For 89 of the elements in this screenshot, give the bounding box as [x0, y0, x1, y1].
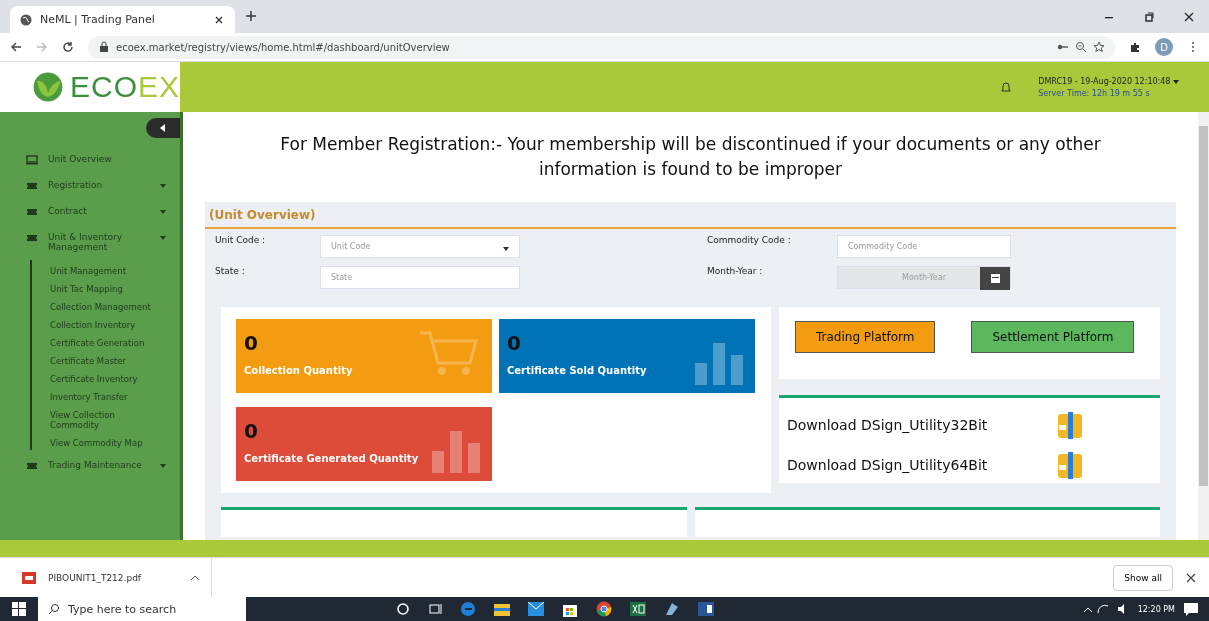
- field-label: State :: [215, 266, 246, 276]
- taskbar-search-field[interactable]: Type here to search: [38, 597, 246, 621]
- collapse-icon: [159, 124, 167, 132]
- caret-icon: [160, 464, 166, 468]
- platform-button[interactable]: Settlement Platform: [971, 321, 1135, 353]
- mail-icon[interactable]: [528, 602, 544, 616]
- profile-avatar[interactable]: D: [1155, 38, 1173, 56]
- document-icon[interactable]: [698, 602, 714, 616]
- sidebar-toggle[interactable]: [146, 118, 180, 138]
- clock-time: 12:20 PM: [1136, 604, 1176, 614]
- ticket-icon: [26, 232, 38, 244]
- input-field[interactable]: State: [320, 266, 520, 289]
- chevron-up-icon: [191, 575, 199, 580]
- caret-icon: [160, 210, 166, 214]
- close-icon[interactable]: [1185, 571, 1197, 584]
- plus-icon[interactable]: [245, 10, 257, 22]
- sidebar-item[interactable]: Unit & Inventory Management: [0, 232, 180, 252]
- pdf-file-icon: [22, 571, 36, 584]
- field-label: Commodity Code :: [707, 235, 792, 245]
- caret-icon: [160, 236, 166, 240]
- puzzle-icon[interactable]: [1129, 41, 1141, 53]
- chrome-icon[interactable]: [596, 601, 612, 617]
- submenu-item[interactable]: Unit Tac Mapping: [50, 284, 162, 294]
- submenu-item[interactable]: Certificate Master: [50, 356, 162, 366]
- month-year-field[interactable]: Month-Year: [837, 266, 1011, 289]
- sidebar-item[interactable]: Contract: [0, 206, 180, 218]
- url-text: ecoex.market/registry/views/home.html#/dashboard/unitOverview: [116, 41, 450, 53]
- submenu-item[interactable]: View Collection Commodity: [50, 410, 162, 430]
- submenu-item[interactable]: Collection Management: [50, 302, 162, 312]
- field-label: Unit Code :: [215, 235, 267, 245]
- notice-text: For Member Registration:- Your membership will be discontinued if your documents or any other information is found to be improper: [279, 133, 1102, 181]
- caret-icon: [503, 246, 509, 251]
- search-icon: [48, 603, 60, 615]
- restore-icon[interactable]: [1143, 10, 1155, 23]
- caret-icon: [160, 184, 166, 188]
- stat-value: 0: [507, 331, 522, 355]
- scrollbar[interactable]: [1198, 112, 1209, 540]
- browser-tab[interactable]: NeML | Trading Panel: [10, 6, 235, 33]
- submenu-item[interactable]: Certificate Inventory: [50, 374, 162, 384]
- task-view-icon[interactable]: [428, 602, 442, 616]
- star-icon[interactable]: [1093, 41, 1105, 53]
- sidebar-item[interactable]: Unit Overview: [0, 154, 180, 166]
- submenu-item[interactable]: Certificate Generation: [50, 338, 162, 348]
- input-field[interactable]: Commodity Code: [837, 235, 1011, 258]
- user-menu[interactable]: DMRC19 - 19-Aug-2020 12:10:48: [1038, 76, 1179, 86]
- sidebar-item[interactable]: Registration: [0, 180, 180, 192]
- windows-start-icon[interactable]: [12, 602, 26, 616]
- caret-icon: [1173, 79, 1179, 84]
- globe-icon: [20, 13, 32, 26]
- unit-code-select[interactable]: Unit Code: [320, 235, 520, 258]
- back-icon[interactable]: [10, 41, 22, 53]
- notification-icon[interactable]: [1183, 602, 1199, 616]
- app-icon[interactable]: [664, 601, 680, 617]
- ticket-icon: [26, 206, 38, 218]
- stat-value: 0: [244, 331, 259, 355]
- server-time: Server Time: 12h 19 m 55 s: [1038, 88, 1151, 98]
- submenu-item[interactable]: Collection Inventory: [50, 320, 162, 330]
- calendar-button[interactable]: [980, 267, 1010, 290]
- download-link[interactable]: Download DSign_Utility64Bit: [787, 457, 1027, 473]
- lock-icon: [98, 41, 110, 53]
- field-label: Month-Year :: [707, 266, 764, 276]
- download-link[interactable]: Download DSign_Utility32Bit: [787, 417, 1027, 433]
- submenu-item[interactable]: View Commodity Map: [50, 438, 162, 448]
- calendar-icon: [989, 273, 1001, 284]
- submenu-item[interactable]: Unit Management: [50, 266, 162, 276]
- zip-archive-icon[interactable]: [1055, 450, 1085, 480]
- bell-icon[interactable]: [1000, 80, 1013, 93]
- ticket-icon: [26, 460, 38, 472]
- spreadsheet-icon[interactable]: [630, 602, 646, 616]
- monitor-icon: [26, 154, 38, 166]
- address-bar[interactable]: ecoex.market/registry/views/home.html#/dashboard/unitOverview: [88, 35, 1115, 59]
- cortana-icon[interactable]: [396, 602, 410, 616]
- close-icon[interactable]: [1183, 10, 1195, 23]
- zip-archive-icon[interactable]: [1055, 410, 1085, 440]
- ecoex-logo: ECOEX: [69, 70, 180, 104]
- stat-label: Collection Quantity: [244, 365, 354, 376]
- zoom-out-icon[interactable]: [1075, 41, 1087, 53]
- show-all-button[interactable]: Show all: [1113, 564, 1173, 591]
- submenu-item[interactable]: Inventory Transfer: [50, 392, 162, 402]
- reload-icon[interactable]: [62, 41, 74, 53]
- stat-label: Certificate Generated Quantity: [244, 453, 420, 464]
- ticket-icon: [26, 180, 38, 192]
- stat-label: Certificate Sold Quantity: [507, 365, 648, 376]
- panel-title: (Unit Overview): [205, 208, 1176, 229]
- tab-title: NeML | Trading Panel: [40, 13, 155, 26]
- stat-value: 0: [244, 419, 259, 443]
- platform-button[interactable]: Trading Platform: [795, 321, 936, 353]
- folder-icon[interactable]: [494, 602, 510, 616]
- sidebar-item[interactable]: Trading Maintenance: [0, 460, 180, 472]
